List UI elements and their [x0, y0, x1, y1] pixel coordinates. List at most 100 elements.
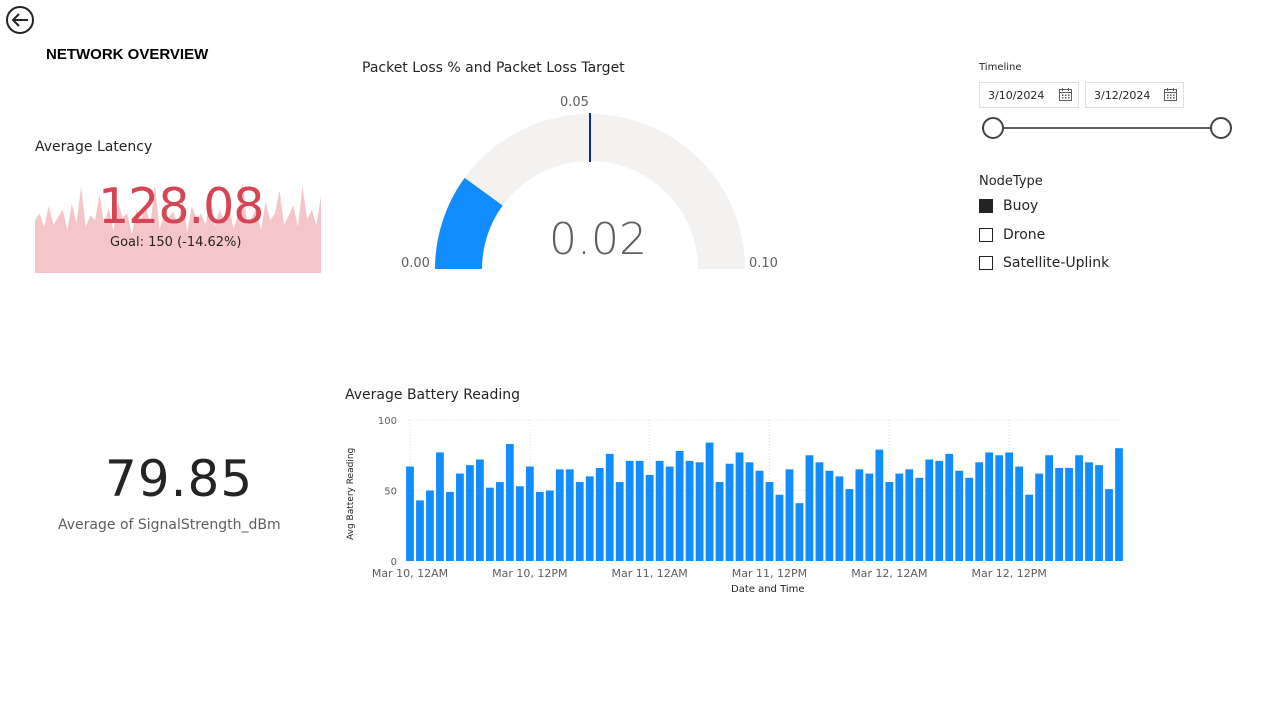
battery-bar[interactable] — [565, 469, 574, 561]
battery-bar[interactable] — [1085, 462, 1093, 561]
battery-bar[interactable] — [935, 460, 944, 561]
battery-bar[interactable] — [985, 452, 994, 561]
battery-y-axis-label: Avg Battery Reading — [346, 447, 356, 540]
gauge-max-label: 0.10 — [749, 256, 778, 271]
battery-bar[interactable] — [1035, 473, 1044, 561]
battery-bar[interactable] — [1065, 467, 1073, 561]
latency-alert-icon: ! — [252, 200, 257, 211]
battery-bar[interactable] — [835, 476, 844, 561]
battery-bar[interactable] — [1045, 455, 1053, 561]
timeline-start-handle[interactable] — [982, 117, 1004, 139]
battery-bar[interactable] — [585, 476, 594, 561]
battery-bar[interactable] — [485, 487, 494, 561]
battery-bar[interactable] — [595, 467, 604, 561]
battery-bar[interactable] — [785, 469, 794, 561]
battery-bar[interactable] — [665, 466, 674, 561]
battery-bar[interactable] — [745, 462, 754, 561]
battery-bar[interactable] — [685, 460, 694, 561]
latency-goal: Goal: 150 (-14.62%) — [110, 235, 242, 250]
battery-bar[interactable] — [446, 491, 454, 561]
timeline-end-handle[interactable] — [1210, 117, 1232, 139]
battery-bar[interactable] — [825, 470, 834, 561]
battery-bar[interactable] — [995, 455, 1004, 561]
end-date-value: 3/12/2024 — [1094, 89, 1151, 102]
y-tick-label: 100 — [378, 416, 397, 427]
battery-bar[interactable] — [535, 491, 544, 561]
battery-bar[interactable] — [815, 462, 824, 561]
battery-bar[interactable] — [575, 482, 584, 561]
battery-bar[interactable] — [675, 451, 684, 561]
battery-bar[interactable] — [505, 443, 514, 561]
battery-bar-chart[interactable]: 050100Mar 10, 12AM Mar 10, 12PM Mar 11, 12… — [340, 405, 1140, 590]
battery-bar[interactable] — [955, 470, 964, 561]
gauge-min-label: 0.00 — [401, 256, 430, 271]
battery-bar[interactable] — [1005, 452, 1014, 561]
battery-bar[interactable] — [495, 482, 504, 561]
battery-bar[interactable] — [1015, 466, 1024, 561]
battery-bar[interactable] — [615, 482, 624, 561]
battery-bar[interactable] — [795, 503, 804, 561]
gauge-target-label: 0.05 — [560, 95, 589, 110]
calendar-icon[interactable] — [1164, 88, 1177, 101]
battery-bar[interactable] — [1115, 448, 1123, 561]
battery-bar[interactable] — [855, 469, 864, 561]
battery-bar[interactable] — [655, 460, 664, 561]
battery-bar[interactable] — [755, 470, 764, 561]
battery-bar[interactable] — [645, 474, 654, 561]
battery-bar[interactable] — [905, 469, 914, 561]
battery-bar[interactable] — [525, 466, 534, 561]
end-date-input[interactable]: 3/12/2024 — [1085, 82, 1184, 108]
nodetype-option-label: Satellite-Uplink — [1003, 255, 1110, 271]
battery-bar[interactable] — [545, 490, 554, 562]
battery-bar[interactable] — [915, 477, 924, 561]
battery-bar[interactable] — [895, 473, 904, 561]
back-button[interactable] — [4, 4, 36, 36]
checkbox-checked[interactable] — [979, 199, 993, 213]
battery-bar[interactable] — [555, 469, 564, 561]
battery-bar[interactable] — [695, 462, 704, 561]
battery-bar[interactable] — [466, 465, 474, 561]
battery-bar[interactable] — [885, 482, 894, 561]
gauge-title: Packet Loss % and Packet Loss Target — [362, 60, 625, 76]
checkbox-unchecked[interactable] — [979, 228, 993, 242]
battery-bar[interactable] — [775, 494, 784, 561]
battery-bar[interactable] — [1105, 489, 1113, 561]
battery-bar[interactable] — [975, 462, 984, 561]
battery-bar[interactable] — [725, 463, 734, 561]
battery-bar[interactable] — [925, 459, 934, 561]
start-date-value: 3/10/2024 — [988, 89, 1045, 102]
battery-bar[interactable] — [515, 486, 524, 561]
battery-bar[interactable] — [1075, 455, 1083, 561]
battery-bar[interactable] — [1025, 494, 1034, 561]
battery-bar[interactable] — [735, 452, 744, 561]
x-tick-label: Mar 12, 12AM — [851, 567, 927, 580]
battery-chart-title: Average Battery Reading — [345, 387, 521, 403]
checkbox-unchecked[interactable] — [979, 256, 993, 270]
battery-bar[interactable] — [805, 455, 814, 561]
battery-bar[interactable] — [406, 466, 414, 561]
battery-bar[interactable] — [605, 453, 614, 561]
battery-bar[interactable] — [1095, 465, 1103, 561]
battery-bar[interactable] — [845, 489, 854, 561]
battery-bar[interactable] — [456, 473, 464, 561]
gauge-value: 0.02 — [549, 214, 647, 265]
battery-bar[interactable] — [965, 477, 974, 561]
battery-bar[interactable] — [945, 453, 954, 561]
battery-bar[interactable] — [625, 460, 634, 561]
battery-bar[interactable] — [715, 482, 724, 561]
x-tick-label: Mar 12, 12PM — [971, 567, 1046, 580]
battery-bar[interactable] — [765, 482, 774, 561]
calendar-icon[interactable] — [1059, 88, 1072, 101]
battery-bar[interactable] — [635, 460, 644, 561]
timeline-slider-track[interactable] — [994, 127, 1221, 129]
battery-bar[interactable] — [416, 500, 424, 561]
start-date-input[interactable]: 3/10/2024 — [979, 82, 1079, 108]
battery-bar[interactable] — [1055, 467, 1063, 561]
battery-bar[interactable] — [426, 490, 434, 562]
latency-card-title: Average Latency — [35, 139, 153, 155]
battery-bar[interactable] — [705, 442, 714, 561]
battery-bar[interactable] — [476, 459, 484, 561]
battery-bar[interactable] — [436, 452, 444, 561]
battery-bar[interactable] — [875, 449, 884, 561]
battery-bar[interactable] — [865, 473, 874, 561]
